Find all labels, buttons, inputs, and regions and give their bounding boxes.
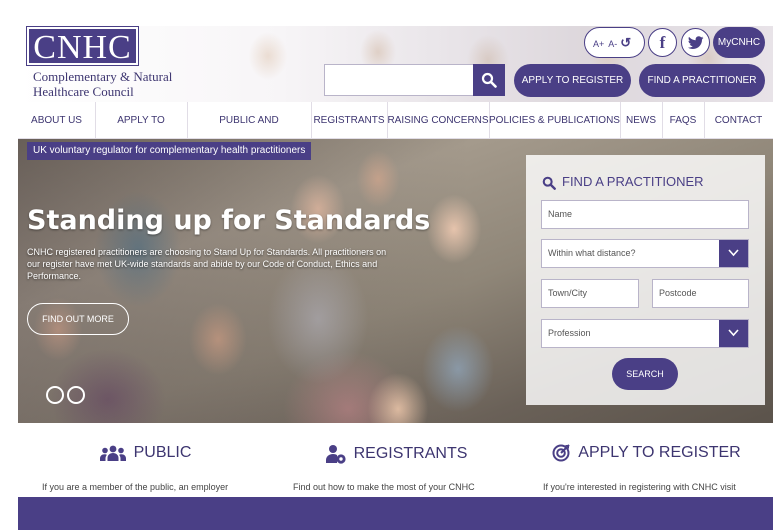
nav-item-news[interactable]: NEWS	[620, 102, 662, 139]
find-practitioner-button[interactable]: FIND A PRACTITIONER	[639, 64, 765, 97]
town-city-field[interactable]: Town/City	[541, 279, 639, 308]
twitter-button[interactable]	[681, 28, 710, 57]
font-decrease-button[interactable]: A-	[608, 39, 617, 49]
apply-card-text: If you're interested in registering with…	[543, 482, 736, 492]
profession-dropdown-toggle[interactable]	[719, 320, 748, 347]
find-out-more-button[interactable]: FIND OUT MORE	[27, 303, 129, 335]
search-button[interactable]	[473, 64, 505, 96]
nav-item-contact[interactable]: CONTACT	[704, 102, 773, 139]
font-increase-button[interactable]: A+	[593, 39, 604, 49]
font-reset-icon[interactable]: ↺	[620, 35, 631, 50]
hero-title: Standing up for Standards	[27, 205, 431, 236]
chevron-down-icon	[728, 249, 739, 257]
nav-item-about-us[interactable]: ABOUT US	[18, 102, 95, 139]
font-size-control: A+ A- ↺	[584, 27, 645, 58]
public-card-text: If you are a member of the public, an em…	[42, 482, 229, 492]
facebook-icon[interactable]: f	[648, 28, 677, 57]
search-icon	[481, 72, 497, 88]
people-icon	[99, 445, 126, 461]
chevron-down-icon	[728, 329, 739, 337]
public-card-title: PUBLIC	[133, 444, 192, 461]
postcode-field[interactable]: Postcode	[652, 279, 749, 308]
twitter-icon	[688, 36, 704, 49]
card-heading: PUBLIC	[26, 444, 265, 462]
nav-item-registrants[interactable]: REGISTRANTS	[311, 102, 387, 139]
profession-select-label: Profession	[548, 328, 591, 338]
find-practitioner-panel: FIND A PRACTITIONER Name Within what dis…	[526, 155, 765, 405]
apply-to-register-card[interactable]: APPLY TO REGISTER If you're interested i…	[527, 424, 766, 497]
nav-item-policies-publications[interactable]: POLICIES & PUBLICATIONS	[489, 102, 620, 139]
logo-tagline-line2: Healthcare Council	[33, 84, 134, 99]
apply-card-title: APPLY TO REGISTER	[578, 444, 741, 461]
nav-item-faqs[interactable]: FAQS	[662, 102, 704, 139]
public-card[interactable]: PUBLIC If you are a member of the public…	[26, 424, 265, 497]
registrants-card[interactable]: REGISTRANTS Find out how to make the mos…	[277, 424, 516, 497]
carousel-dot-2[interactable]	[67, 386, 85, 404]
hero-description: CNHC registered practitioners are choosi…	[27, 247, 387, 281]
main-nav: ABOUT US APPLY TO REGISTER PUBLIC AND EM…	[18, 102, 773, 163]
find-practitioner-title: FIND A PRACTITIONER	[562, 174, 704, 189]
practitioner-search-button[interactable]: SEARCH	[612, 358, 678, 390]
search-icon	[542, 176, 556, 190]
card-heading: APPLY TO REGISTER	[527, 444, 766, 462]
page: CNHC Complementary & Natural Healthcare …	[0, 0, 773, 530]
cnhc-logo[interactable]: CNHC	[26, 26, 139, 66]
nav-item-raising-concerns[interactable]: RAISING CONCERNS	[387, 102, 489, 139]
logo-tagline-line1: Complementary & Natural	[33, 69, 173, 84]
distance-dropdown-toggle[interactable]	[719, 240, 748, 267]
hero-tagline: UK voluntary regulator for complementary…	[27, 142, 312, 160]
nav-item-apply-to-register[interactable]: APPLY TO REGISTER	[95, 102, 187, 163]
footer-band	[18, 497, 773, 530]
person-gear-icon	[325, 445, 346, 464]
registrants-card-title: REGISTRANTS	[353, 445, 468, 462]
profession-select[interactable]: Profession	[541, 319, 749, 348]
target-icon	[552, 444, 570, 462]
carousel-dot-1[interactable]	[46, 386, 64, 404]
registrants-card-text: Find out how to make the most of your CN…	[293, 482, 475, 492]
practitioner-name-field[interactable]: Name	[541, 200, 749, 229]
nav-item-public-and-employers[interactable]: PUBLIC AND EMPLOYERS	[187, 102, 311, 163]
card-heading: REGISTRANTS	[277, 444, 516, 464]
distance-select[interactable]: Within what distance?	[541, 239, 749, 268]
distance-select-label: Within what distance?	[548, 248, 636, 258]
search-input[interactable]	[324, 64, 474, 96]
mycnhc-button[interactable]: MyCNHC	[713, 27, 765, 58]
apply-to-register-button[interactable]: APPLY TO REGISTER	[514, 64, 631, 97]
